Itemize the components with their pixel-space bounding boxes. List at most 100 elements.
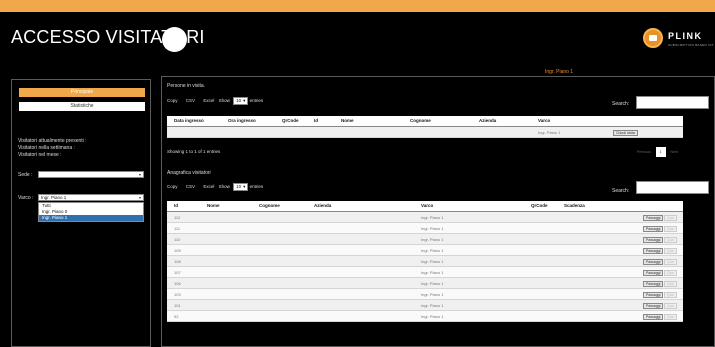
table-row: Ingr. Piano 1 Chiudi visita	[167, 127, 683, 138]
excel-button[interactable]: Excel	[203, 98, 214, 103]
table-row: 107 Ingr. Piano 1 Passaggi Qua	[167, 267, 683, 278]
cell-varco: Ingr. Piano 1	[421, 248, 444, 253]
cell-varco: Ingr. Piano 1	[421, 237, 444, 242]
passaggi-button[interactable]: Passaggi	[643, 270, 664, 276]
table-row: 111 Ingr. Piano 1 Passaggi Qua	[167, 223, 683, 234]
passaggi-button[interactable]: Passaggi	[643, 215, 664, 221]
col-cognome[interactable]: Cognome	[410, 118, 431, 123]
persone-info: Showing 1 to 1 of 1 entries	[167, 149, 221, 154]
cell-varco: Ingr. Piano 1	[421, 226, 444, 231]
visitor-stats: Visitatori attualmente presenti : Visita…	[18, 138, 87, 159]
col-ora-ingresso[interactable]: Ora ingresso	[228, 118, 256, 123]
cell-varco: Ingr. Piano 1	[421, 314, 444, 319]
cell-id: 92	[174, 314, 179, 319]
chiudi-visita-button[interactable]: Chiudi visita	[613, 130, 638, 136]
passaggi-button[interactable]: Passaggi	[643, 226, 664, 232]
varco-select[interactable]: Ingr. Piano 1 ▾	[38, 194, 144, 201]
principale-button[interactable]: Principale	[19, 88, 145, 97]
col-qrcode[interactable]: QrCode	[531, 203, 548, 208]
table-header: Data ingresso Ora ingresso QrCode Id Nom…	[167, 116, 683, 127]
stat-week: Visitatori nella settimana :	[18, 145, 75, 151]
csv-button[interactable]: CSV	[186, 98, 195, 103]
col-varco[interactable]: Varco	[538, 118, 550, 123]
csv-button[interactable]: CSV	[186, 184, 195, 189]
action-button[interactable]: Qua	[664, 314, 677, 320]
passaggi-button[interactable]: Passaggi	[643, 281, 664, 287]
action-button[interactable]: Qua	[664, 215, 677, 221]
passaggi-button[interactable]: Passaggi	[643, 292, 664, 298]
sede-select[interactable]: ▾	[38, 171, 144, 178]
logo-text: PLINK	[668, 31, 703, 41]
action-button[interactable]: Qua	[664, 237, 677, 243]
anagrafica-title: Anagrafica visitatori	[167, 170, 211, 176]
cell-varco: Ingr. Piano 1	[421, 292, 444, 297]
col-id[interactable]: Id	[174, 203, 178, 208]
col-qrcode[interactable]: QrCode	[282, 118, 299, 123]
sidebar: Principale Statistiche Visitatori attual…	[11, 79, 151, 347]
anagrafica-search-input[interactable]	[636, 181, 709, 194]
cell-id: 107	[174, 270, 181, 275]
search-label: Search:	[612, 188, 630, 194]
cell-id: 106	[174, 281, 181, 286]
cell-id: 101	[174, 303, 181, 308]
table-row: 110 Ingr. Piano 1 Passaggi Qua	[167, 234, 683, 245]
passaggi-button[interactable]: Passaggi	[643, 259, 664, 265]
cell-id: 109	[174, 248, 181, 253]
table-row: 101 Ingr. Piano 1 Passaggi Qua	[167, 300, 683, 311]
col-azienda[interactable]: Azienda	[314, 203, 331, 208]
col-nome[interactable]: Nome	[341, 118, 354, 123]
entries-value: 10	[236, 98, 242, 103]
action-button[interactable]: Qua	[664, 226, 677, 232]
persone-toolbar: Copy CSV Excel Show 10 ▾ entries	[167, 97, 270, 105]
entries-select[interactable]: 10 ▾	[233, 183, 249, 191]
excel-button[interactable]: Excel	[203, 184, 214, 189]
action-button[interactable]: Qua	[664, 259, 677, 265]
action-button[interactable]: Qua	[664, 292, 677, 298]
cell-id: 111	[174, 226, 181, 231]
statistiche-button[interactable]: Statistiche	[19, 102, 145, 111]
col-data-ingresso[interactable]: Data ingresso	[174, 118, 204, 123]
previous-button[interactable]: Previous	[637, 150, 651, 154]
current-location: Ingr. Piano 1	[545, 69, 574, 75]
col-scadenza[interactable]: Scadenza	[564, 203, 585, 208]
cell-id: 108	[174, 259, 181, 264]
table-row: 92 Ingr. Piano 1 Passaggi Qua	[167, 311, 683, 322]
persone-search-input[interactable]	[636, 96, 709, 109]
table-row: 103 Ingr. Piano 1 Passaggi Qua	[167, 289, 683, 300]
cell-varco: Ingr. Piano 1	[421, 259, 444, 264]
col-varco[interactable]: Varco	[421, 203, 433, 208]
action-button[interactable]: Qua	[664, 248, 677, 254]
entries-select[interactable]: 10 ▾	[233, 97, 249, 105]
cell-varco: Ingr. Piano 1	[421, 281, 444, 286]
copy-button[interactable]: Copy	[167, 98, 178, 103]
table-row: 112 Ingr. Piano 1 Passaggi Qua	[167, 212, 683, 223]
col-nome[interactable]: Nome	[207, 203, 220, 208]
cell-varco: Ingr. Piano 1	[421, 270, 444, 275]
action-button[interactable]: Qua	[664, 303, 677, 309]
passaggi-button[interactable]: Passaggi	[643, 314, 664, 320]
passaggi-button[interactable]: Passaggi	[643, 237, 664, 243]
persone-table: Data ingresso Ora ingresso QrCode Id Nom…	[167, 116, 683, 138]
passaggi-button[interactable]: Passaggi	[643, 248, 664, 254]
cell-id: 110	[174, 237, 181, 242]
col-cognome[interactable]: Cognome	[259, 203, 280, 208]
page-1-button[interactable]: 1	[655, 147, 666, 157]
show-label: Show	[218, 98, 230, 103]
table-row: 109 Ingr. Piano 1 Passaggi Qua	[167, 245, 683, 256]
entries-value: 10	[236, 184, 242, 189]
table-row: 106 Ingr. Piano 1 Passaggi Qua	[167, 278, 683, 289]
next-button[interactable]: Next	[671, 150, 678, 154]
varco-label: Varco :	[18, 195, 34, 201]
passaggi-button[interactable]: Passaggi	[643, 303, 664, 309]
col-azienda[interactable]: Azienda	[479, 118, 496, 123]
action-button[interactable]: Qua	[664, 281, 677, 287]
entries-label: entries	[249, 98, 264, 103]
entries-label: entries	[249, 184, 264, 189]
cell-id: 112	[174, 215, 181, 220]
persone-pagination: Previous 1 Next	[637, 147, 678, 157]
col-id[interactable]: Id	[314, 118, 318, 123]
search-label: Search:	[612, 101, 630, 107]
varco-option-selected[interactable]: Ingr. Piano 1	[39, 215, 143, 221]
action-button[interactable]: Qua	[664, 270, 677, 276]
copy-button[interactable]: Copy	[167, 184, 178, 189]
